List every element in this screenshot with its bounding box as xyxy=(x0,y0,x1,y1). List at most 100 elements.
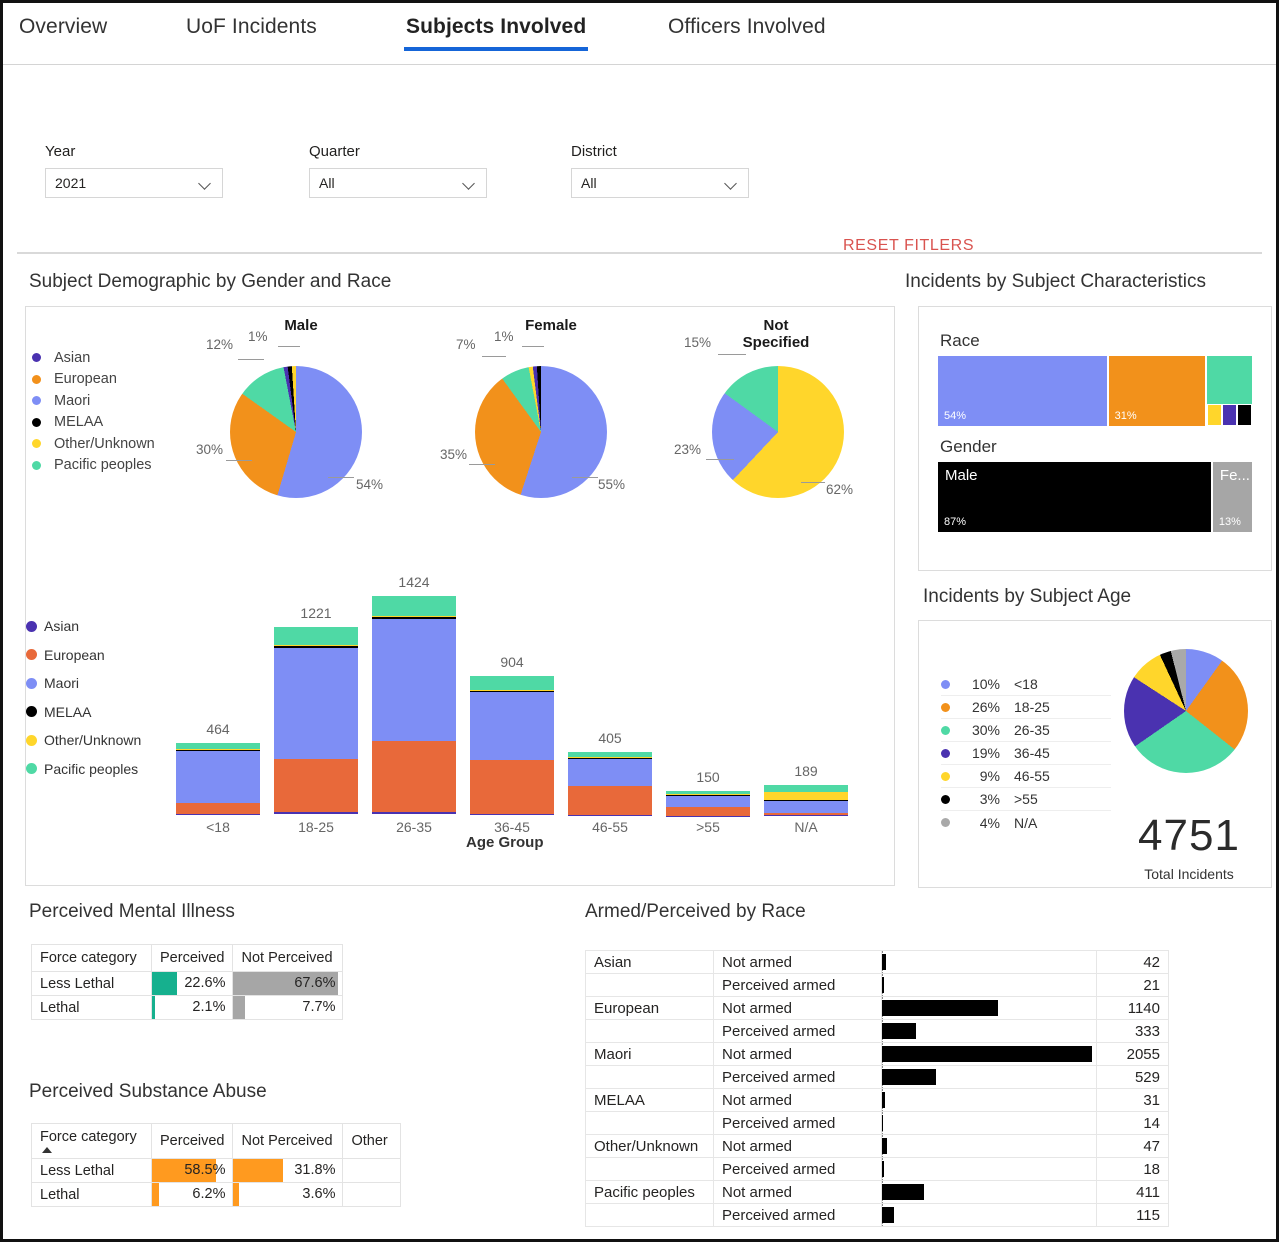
filter-bar: Year 2021 Quarter All District All RESET… xyxy=(3,65,1276,252)
age-legend-label: >55 xyxy=(1014,791,1038,807)
pie-chart-not-specified[interactable] xyxy=(712,366,844,498)
not-perceived-value: 67.6% xyxy=(294,975,335,991)
race-treemap-cell[interactable] xyxy=(1206,355,1253,427)
column-header[interactable]: Perceived xyxy=(152,945,233,972)
legend-item[interactable]: Asian xyxy=(32,347,155,369)
table-row[interactable]: Other/UnknownNot armed47 xyxy=(586,1135,1169,1158)
legend-swatch-icon xyxy=(26,678,37,689)
pie-data-label: 1% xyxy=(248,329,268,344)
age-legend-label: <18 xyxy=(1014,676,1038,692)
table-row[interactable]: Perceived armed333 xyxy=(586,1020,1169,1043)
stacked-bar[interactable] xyxy=(274,627,358,814)
stacked-bar[interactable] xyxy=(176,743,260,814)
year-select[interactable]: 2021 xyxy=(45,168,223,198)
race-treemap[interactable]: 54%31% xyxy=(937,355,1253,427)
bar-segment-maori xyxy=(470,692,554,760)
table-row[interactable]: Perceived armed529 xyxy=(586,1066,1169,1089)
bar-total-label: 1221 xyxy=(274,605,358,621)
race-treemap-cell[interactable]: 31% xyxy=(1108,355,1206,427)
gender-treemap-cell[interactable]: Male87% xyxy=(937,461,1212,533)
district-select[interactable]: All xyxy=(571,168,749,198)
leader-line xyxy=(238,359,264,360)
legend-item[interactable]: European xyxy=(26,641,141,670)
count-value: 411 xyxy=(1097,1181,1169,1204)
legend-item[interactable]: MELAA xyxy=(26,698,141,727)
age-pie-chart[interactable] xyxy=(1124,649,1248,773)
pie-data-label: 15% xyxy=(684,335,711,350)
tab-officers-involved[interactable]: Officers Involved xyxy=(666,15,828,55)
legend-label: European xyxy=(44,647,105,663)
legend-item[interactable]: Other/Unknown xyxy=(32,433,155,455)
pie-chart-female[interactable] xyxy=(475,366,607,498)
tab-subjects-involved[interactable]: Subjects Involved xyxy=(404,15,588,55)
race-treemap-cell-small[interactable] xyxy=(1207,404,1222,426)
table-row[interactable]: Perceived armed18 xyxy=(586,1158,1169,1181)
legend-swatch-icon xyxy=(26,706,37,717)
race-legend-bars: Asian European MaoriMELAAOther/UnknownPaci… xyxy=(26,612,141,783)
race-treemap-cell[interactable]: 54% xyxy=(937,355,1108,427)
race-treemap-cell-small[interactable] xyxy=(1222,404,1237,426)
table-row[interactable]: Pacific peoplesNot armed411 xyxy=(586,1181,1169,1204)
race-cell: Asian xyxy=(586,951,714,974)
table-row[interactable]: Less Lethal58.5%31.8% xyxy=(32,1159,401,1183)
tab-uof-incidents[interactable]: UoF Incidents xyxy=(184,15,319,55)
table-row[interactable]: Lethal2.1%7.7% xyxy=(32,996,343,1020)
legend-item[interactable]: Asian xyxy=(26,612,141,641)
age-legend-item[interactable]: 10%<18 xyxy=(941,673,1111,696)
substance-abuse-table[interactable]: Force categoryPerceivedNot PerceivedOthe… xyxy=(31,1123,401,1207)
stacked-bar[interactable] xyxy=(764,785,848,814)
legend-item[interactable]: Other/Unknown xyxy=(26,726,141,755)
district-select-value: All xyxy=(581,175,597,191)
legend-item[interactable]: MELAA xyxy=(32,412,155,434)
column-header[interactable]: Other xyxy=(343,1124,401,1159)
table-row[interactable]: MELAANot armed31 xyxy=(586,1089,1169,1112)
column-header[interactable]: Not Perceived xyxy=(233,1124,343,1159)
table-row[interactable]: Perceived armed115 xyxy=(586,1204,1169,1227)
age-legend-item[interactable]: 30%26-35 xyxy=(941,719,1111,742)
count-value: 529 xyxy=(1097,1066,1169,1089)
legend-swatch-icon xyxy=(941,680,950,689)
table-row[interactable]: Perceived armed21 xyxy=(586,974,1169,997)
table-row[interactable]: Less Lethal22.6%67.6% xyxy=(32,972,343,996)
table-row[interactable]: Lethal6.2%3.6% xyxy=(32,1183,401,1207)
age-legend-item[interactable]: 19%36-45 xyxy=(941,742,1111,765)
gender-treemap-label: Gender xyxy=(940,437,1253,457)
year-filter: Year 2021 xyxy=(45,143,223,198)
legend-item[interactable]: Pacific peoples xyxy=(26,755,141,784)
race-treemap-label: Race xyxy=(940,331,1253,351)
armed-status-cell: Perceived armed xyxy=(714,1020,882,1043)
gender-treemap-cell[interactable]: Fe...13% xyxy=(1212,461,1253,533)
quarter-select[interactable]: All xyxy=(309,168,487,198)
tab-overview[interactable]: Overview xyxy=(17,15,109,55)
column-header[interactable]: Force category xyxy=(32,1124,152,1159)
divider xyxy=(17,252,1262,254)
legend-item[interactable]: Maori xyxy=(26,669,141,698)
age-legend-item[interactable]: 4%N/A xyxy=(941,811,1111,834)
race-treemap-cell-small[interactable] xyxy=(1237,404,1252,426)
stacked-bar[interactable] xyxy=(568,752,652,814)
table-row[interactable]: Perceived armed14 xyxy=(586,1112,1169,1135)
age-legend-item[interactable]: 26%18-25 xyxy=(941,696,1111,719)
mental-illness-table[interactable]: Force categoryPerceivedNot PerceivedLess… xyxy=(31,944,343,1020)
armed-by-race-table[interactable]: AsianNot armed42Perceived armed21Europea… xyxy=(585,950,1169,1227)
age-legend-item[interactable]: 9%46-55 xyxy=(941,765,1111,788)
legend-item[interactable]: European xyxy=(32,369,155,391)
column-header[interactable]: Perceived xyxy=(152,1124,233,1159)
bar-segment-asian xyxy=(470,814,554,815)
stacked-bar[interactable] xyxy=(666,791,750,814)
stacked-bar[interactable] xyxy=(372,596,456,814)
gender-treemap[interactable]: Male87%Fe...13% xyxy=(937,461,1253,533)
armed-status-cell: Not armed xyxy=(714,1135,882,1158)
column-header[interactable]: Not Perceived xyxy=(233,945,343,972)
age-legend-item[interactable]: 3%>55 xyxy=(941,788,1111,811)
legend-item[interactable]: Pacific peoples xyxy=(32,455,155,477)
leader-line xyxy=(706,459,734,460)
pie-chart-male[interactable] xyxy=(230,366,362,498)
table-row[interactable]: EuropeanNot armed1140 xyxy=(586,997,1169,1020)
column-header[interactable]: Force category xyxy=(32,945,152,972)
table-row[interactable]: MaoriNot armed2055 xyxy=(586,1043,1169,1066)
legend-item[interactable]: Maori xyxy=(32,390,155,412)
table-row[interactable]: AsianNot armed42 xyxy=(586,951,1169,974)
race-legend-pies: AsianEuropeanMaoriMELAAOther/UnknownPaci… xyxy=(32,347,155,476)
stacked-bar[interactable] xyxy=(470,676,554,814)
